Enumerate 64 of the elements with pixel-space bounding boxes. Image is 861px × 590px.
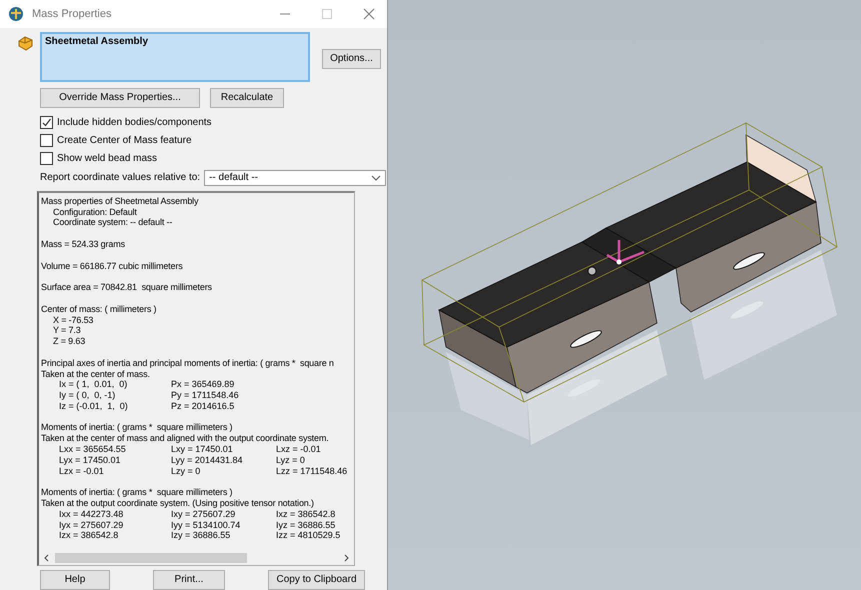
result-value: Iyy = 5134100.74: [171, 520, 242, 530]
result-value: Lzz = 1711548.46: [276, 466, 348, 476]
result-line: Taken at the center of mass.: [41, 368, 151, 380]
result-line: Mass properties of Sheetmetal Assembly: [41, 196, 200, 207]
result-line: Taken at the output coordinate system. (Using positive tensor notation.): [41, 498, 315, 509]
help-button[interactable]: Help: [40, 570, 110, 590]
result-line: X = -76.53: [52, 314, 94, 326]
checkbox-label: Create Center of Mass feature: [57, 134, 192, 146]
result-line: Coordinate system: -- default --: [52, 217, 174, 228]
result-value: Ixz = 386542.8: [276, 508, 336, 520]
result-line: Configuration: Default: [52, 206, 138, 218]
result-value: Px = 365469.89: [171, 379, 236, 390]
result-value: Izz = 4810529.5: [276, 530, 342, 542]
result-line: Moments of inertia: ( grams * square millimeters ): [41, 422, 234, 434]
result-value: Lxy = 17450.01: [171, 444, 234, 455]
axis-triad-icon: [606, 238, 646, 264]
checkbox-label: Include hidden bodies/components: [57, 116, 212, 128]
result-value: Iy = ( 0, 0, -1): [59, 390, 116, 401]
close-icon[interactable]: [363, 8, 375, 20]
result-line: Volume = 66186.77 cubic millimeters: [41, 260, 184, 272]
result-value: Lyy = 2014431.84: [171, 454, 244, 466]
result-line: Z = 9.63: [52, 336, 86, 347]
result-line: Mass = 524.33 grams: [41, 238, 126, 250]
result-value: Lzy = 0: [171, 466, 202, 476]
result-value: Lzx = -0.01: [59, 466, 105, 476]
result-line: Taken at the center of mass and aligned with the output coordinate system.: [41, 433, 330, 444]
scroll-left-icon[interactable]: [43, 554, 51, 562]
result-value: Lxz = -0.01: [276, 444, 322, 455]
result-value: Py = 1711548.46: [171, 390, 240, 401]
result-line: Surface area = 70842.81 square millimeters: [41, 282, 213, 293]
result-line: Center of mass: ( millimeters ): [41, 304, 158, 315]
assembly-icon: [17, 34, 35, 52]
recalculate-button[interactable]: Recalculate: [210, 88, 284, 108]
checkbox-label: Show weld bead mass: [57, 152, 158, 164]
checkbox[interactable]: [40, 116, 53, 129]
result-value: Ixy = 275607.29: [171, 508, 236, 520]
window-title: Mass Properties: [32, 8, 112, 20]
result-line: Moments of inertia: ( grams * square millimeters ): [41, 487, 234, 498]
result-value: Ix = ( 1, 0.01, 0): [59, 379, 128, 390]
result-value: Iyz = 36886.55: [276, 520, 336, 530]
result-value: Izy = 36886.55: [171, 530, 232, 542]
result-value: Lyx = 17450.01: [59, 454, 122, 466]
checkbox[interactable]: [40, 134, 53, 147]
copy-button[interactable]: Copy to Clipboard: [268, 570, 365, 590]
result-line: Principal axes of inertia and principal moments of inertia: ( grams * square n: [41, 358, 335, 368]
result-value: Iyx = 275607.29: [59, 520, 124, 530]
result-value: Ixx = 442273.48: [59, 508, 124, 520]
coordinate-dropdown[interactable]: -- default --: [204, 170, 386, 186]
result-value: Lyz = 0: [276, 454, 306, 466]
result-value: Iz = (-0.01, 1, 0): [59, 400, 129, 412]
select-label: Report coordinate values relative to:: [40, 172, 200, 184]
list-item[interactable]: Sheetmetal Assembly: [42, 34, 308, 49]
options-button[interactable]: Options...: [322, 48, 381, 69]
scrollbar-thumb[interactable]: [55, 552, 248, 563]
result-value: Izx = 386542.8: [59, 530, 120, 542]
result-line: Y = 7.3: [52, 325, 82, 336]
chevron-down-icon: [371, 174, 382, 181]
result-value: Lxx = 365654.55: [59, 444, 127, 455]
scroll-right-icon[interactable]: [342, 554, 350, 562]
result-value: Pz = 2014616.5: [171, 400, 236, 412]
selection-list[interactable]: Sheetmetal Assembly: [40, 32, 310, 82]
print-button[interactable]: Print...: [153, 570, 225, 590]
override-button[interactable]: Override Mass Properties...: [40, 88, 200, 108]
checkbox[interactable]: [40, 152, 53, 165]
